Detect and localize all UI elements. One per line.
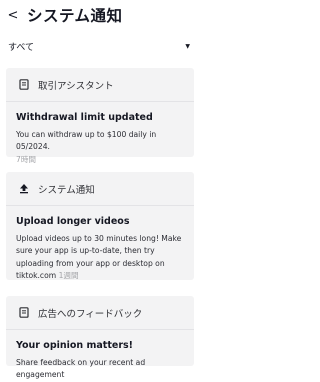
card-body-text: You can withdraw up to $100 daily in 05/…	[16, 129, 184, 166]
notification-card[interactable]: システム通知 Upload longer videos Upload video…	[6, 172, 194, 280]
card-timestamp: 1週間	[58, 271, 79, 281]
card-message: You can withdraw up to $100 daily in 05/…	[16, 130, 157, 152]
feedback-icon	[17, 306, 31, 320]
card-category: システム通知	[38, 184, 95, 196]
filter-dropdown[interactable]: すべて ▼	[8, 37, 192, 55]
card-category: 取引アシスタント	[38, 80, 114, 92]
notification-card[interactable]: 取引アシスタント Withdrawal limit updated You ca…	[6, 68, 194, 164]
card-header: システム通知	[6, 172, 194, 206]
card-title: Withdrawal limit updated	[16, 112, 153, 123]
card-body-text: Upload videos up to 30 minutes long! Mak…	[16, 233, 184, 283]
header-bar: < システム通知	[0, 0, 200, 30]
card-title: Upload longer videos	[16, 216, 130, 227]
card-message: Upload videos up to 30 minutes long! Mak…	[16, 234, 182, 281]
back-button[interactable]: <	[0, 0, 22, 30]
filter-selected-value: すべて	[8, 42, 35, 53]
page-title: システム通知	[27, 7, 123, 25]
card-timestamp: 7時間	[16, 154, 37, 164]
card-message: Share feedback on your recent ad engagem…	[16, 358, 146, 380]
card-category: 広告へのフィードバック	[38, 308, 143, 320]
back-arrow-icon: <	[7, 7, 19, 23]
document-icon	[17, 78, 31, 92]
notification-card[interactable]: 広告へのフィードバック Your opinion matters! Share …	[6, 296, 194, 379]
card-body-text: Share feedback on your recent ad engagem…	[16, 357, 184, 382]
card-header: 広告へのフィードバック	[6, 296, 194, 330]
caret-down-icon: ▼	[185, 42, 190, 50]
card-header: 取引アシスタント	[6, 68, 194, 102]
upload-icon	[17, 182, 31, 196]
card-title: Your opinion matters!	[16, 340, 133, 351]
